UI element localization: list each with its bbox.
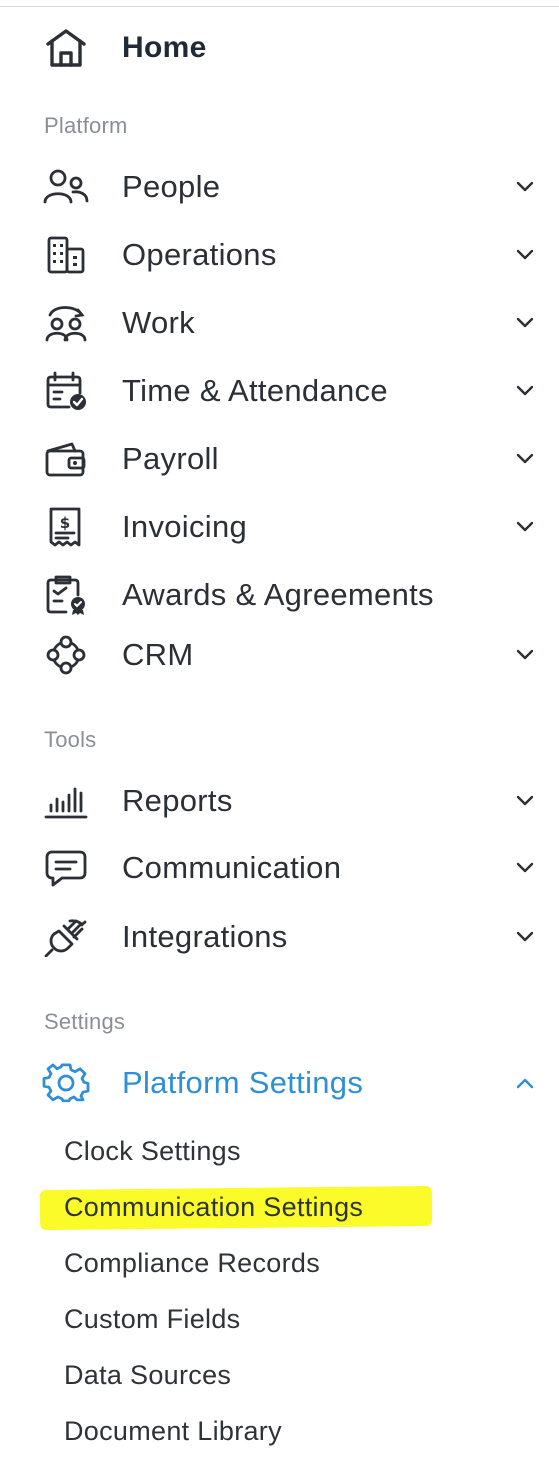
gear-icon xyxy=(42,1063,90,1103)
calendar-check-icon xyxy=(42,371,90,411)
nav-item-label: People xyxy=(122,169,221,204)
nav-item-communication[interactable]: Communication xyxy=(0,838,559,898)
chevron-down-icon[interactable] xyxy=(512,449,538,469)
nav-item-label: Time & Attendance xyxy=(122,373,388,408)
top-divider xyxy=(0,6,559,7)
plug-icon xyxy=(42,917,90,957)
nav-item-label: Operations xyxy=(122,237,277,272)
work-team-icon xyxy=(42,303,90,343)
nav-item-label: Reports xyxy=(122,783,233,818)
nav-item-work[interactable]: Work xyxy=(0,293,559,353)
nav-item-label: Platform Settings xyxy=(122,1065,364,1100)
crm-network-icon xyxy=(42,635,90,675)
nav-item-label: Awards & Agreements xyxy=(122,577,434,612)
chevron-down-icon[interactable] xyxy=(512,245,538,265)
section-settings: Settings xyxy=(44,1009,126,1034)
chevron-down-icon[interactable] xyxy=(512,645,538,665)
chevron-down-icon[interactable] xyxy=(512,517,538,537)
wallet-icon xyxy=(42,439,90,479)
nav-home[interactable]: Home xyxy=(0,18,559,78)
section-platform: Platform xyxy=(44,113,128,138)
subitem-clock-settings[interactable]: Clock Settings xyxy=(64,1136,241,1167)
subitem-compliance-records[interactable]: Compliance Records xyxy=(64,1248,320,1279)
nav-item-label: CRM xyxy=(122,637,194,672)
nav-item-crm[interactable]: CRM xyxy=(0,625,559,685)
nav-item-label: Communication xyxy=(122,850,342,885)
home-label: Home xyxy=(122,31,207,64)
nav-item-reports[interactable]: Reports xyxy=(0,771,559,831)
subitem-document-library[interactable]: Document Library xyxy=(64,1416,282,1447)
nav-item-integrations[interactable]: Integrations xyxy=(0,907,559,967)
subitem-data-sources[interactable]: Data Sources xyxy=(64,1360,231,1391)
nav-item-label: Work xyxy=(122,305,195,340)
chevron-down-icon[interactable] xyxy=(512,381,538,401)
people-icon xyxy=(42,167,90,207)
chevron-down-icon[interactable] xyxy=(512,858,538,878)
building-icon xyxy=(42,235,90,275)
nav-item-invoicing[interactable]: $ Invoicing xyxy=(0,497,559,557)
chevron-down-icon[interactable] xyxy=(512,791,538,811)
nav-item-time-attendance[interactable]: Time & Attendance xyxy=(0,361,559,421)
subitem-custom-fields[interactable]: Custom Fields xyxy=(64,1304,240,1335)
chevron-down-icon[interactable] xyxy=(512,927,538,947)
section-tools: Tools xyxy=(44,727,97,752)
chevron-up-icon[interactable] xyxy=(512,1073,538,1093)
nav-item-people[interactable]: People xyxy=(0,157,559,217)
nav-item-awards-agreements[interactable]: Awards & Agreements xyxy=(0,565,559,625)
subitem-communication-settings[interactable]: Communication Settings xyxy=(64,1192,363,1223)
chat-bubble-icon xyxy=(42,848,90,888)
invoice-dollar-icon: $ xyxy=(42,507,90,547)
nav-item-payroll[interactable]: Payroll xyxy=(0,429,559,489)
nav-item-platform-settings[interactable]: Platform Settings xyxy=(0,1053,559,1113)
award-document-icon xyxy=(42,575,90,615)
nav-item-label: Invoicing xyxy=(122,509,248,544)
svg-text:$: $ xyxy=(60,514,70,532)
nav-item-label: Integrations xyxy=(122,919,288,954)
nav-item-label: Payroll xyxy=(122,441,219,476)
nav-item-operations[interactable]: Operations xyxy=(0,225,559,285)
chevron-down-icon[interactable] xyxy=(512,313,538,333)
chevron-down-icon[interactable] xyxy=(512,177,538,197)
home-icon xyxy=(42,28,90,68)
bar-chart-icon xyxy=(42,781,90,821)
